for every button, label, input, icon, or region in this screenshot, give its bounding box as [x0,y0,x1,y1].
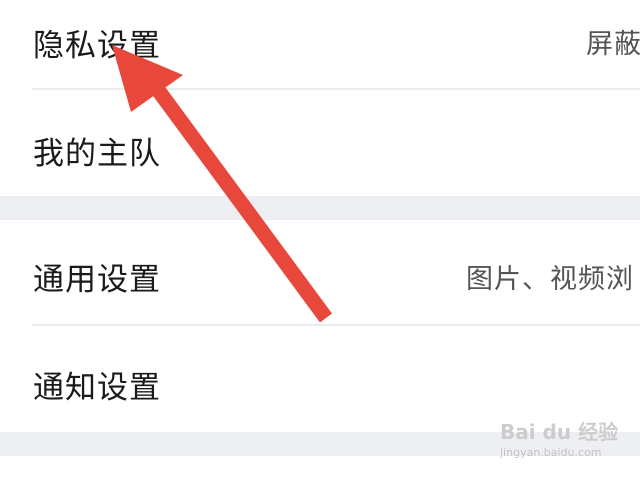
settings-group-3 [0,456,640,486]
settings-group-1: 隐私设置 屏蔽 我的主队 [0,0,640,196]
privacy-settings-label: 隐私设置 [33,28,161,64]
my-home-team-row[interactable]: 我的主队 [0,90,640,196]
my-home-team-label: 我的主队 [33,136,161,172]
settings-screen: 隐私设置 屏蔽 我的主队 通用设置 图片、视频浏 通知设置 Bai du 经验 … [0,0,640,486]
notification-settings-row[interactable]: 通知设置 [0,326,640,432]
general-settings-value: 图片、视频浏 [466,264,634,295]
section-gap [0,432,640,456]
privacy-settings-value: 屏蔽 [586,29,640,60]
notification-settings-label: 通知设置 [33,370,161,406]
general-settings-row[interactable]: 通用设置 图片、视频浏 [0,220,640,324]
privacy-settings-row[interactable]: 隐私设置 屏蔽 [0,0,640,88]
general-settings-label: 通用设置 [33,262,161,298]
settings-group-2: 通用设置 图片、视频浏 通知设置 [0,220,640,432]
section-gap [0,196,640,220]
